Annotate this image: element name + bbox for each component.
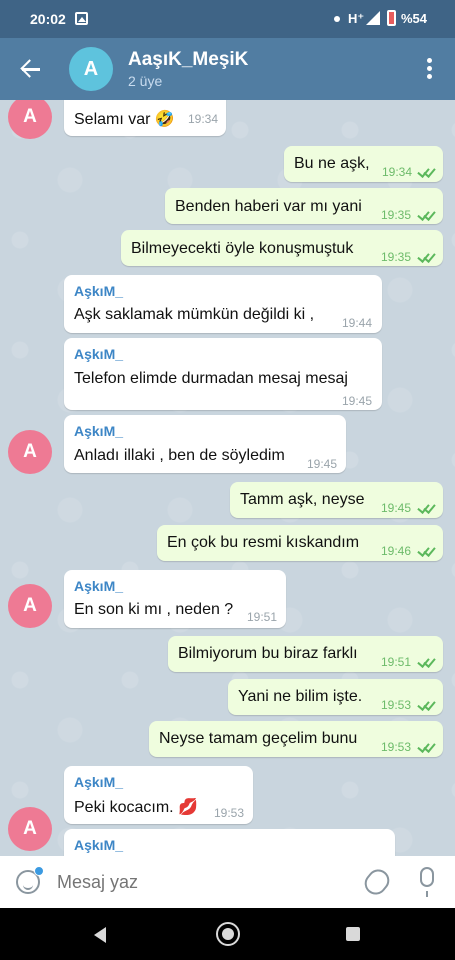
message-text: Aşk saklamak mümkün değildi ki , bbox=[74, 306, 315, 323]
sender-name: AşkıM_ bbox=[74, 837, 124, 853]
system-navigation-bar bbox=[0, 908, 455, 960]
sender-name: AşkıM_ bbox=[74, 283, 124, 299]
message-text: Bu ne aşk, bbox=[294, 155, 370, 172]
nav-back-icon[interactable] bbox=[94, 927, 106, 943]
emoji-icon[interactable] bbox=[16, 866, 44, 894]
microphone-icon[interactable] bbox=[420, 867, 434, 897]
outgoing-message[interactable]: En çok bu resmi kıskandım 19:46 bbox=[157, 525, 443, 561]
message-time: 19:45 bbox=[381, 501, 412, 515]
message-text: Peki kocacım. 💋 bbox=[74, 799, 198, 816]
message-list[interactable]: Selamı var 🤣 19:34 A Bu ne aşk, 19:34 Be… bbox=[0, 100, 455, 856]
outgoing-message[interactable]: Yani ne bilim işte. 19:53 bbox=[228, 679, 443, 715]
message-time: 19:34 bbox=[382, 165, 413, 179]
group-avatar[interactable]: A bbox=[69, 47, 113, 91]
member-count: 2 üye bbox=[128, 73, 163, 89]
chat-header: A AaşıK_MeşiK 2 üye bbox=[0, 38, 455, 100]
message-time: 19:45 bbox=[342, 394, 373, 408]
message-text: Neyse tamam geçelim bunu bbox=[159, 730, 358, 747]
message-time: 19:45 bbox=[307, 457, 338, 471]
network-type: H⁺ bbox=[348, 11, 365, 26]
read-checkmarks-icon bbox=[418, 209, 436, 219]
outgoing-message[interactable]: Benden haberi var mı yani 19:35 bbox=[165, 188, 443, 224]
signal-icon bbox=[366, 11, 380, 25]
read-checkmarks-icon bbox=[418, 166, 436, 176]
message-time: 19:53 bbox=[214, 806, 245, 820]
outgoing-message[interactable]: Bilmiyorum bu biraz farklı 19:51 bbox=[168, 636, 443, 672]
battery-percent: %54 bbox=[401, 11, 428, 26]
sender-avatar[interactable]: A bbox=[8, 100, 52, 139]
read-checkmarks-icon bbox=[418, 251, 436, 261]
nav-home-icon[interactable] bbox=[216, 922, 240, 946]
back-arrow-icon[interactable] bbox=[14, 52, 48, 86]
outgoing-message[interactable]: Tamm aşk, neyse 19:45 bbox=[230, 482, 443, 518]
message-input[interactable] bbox=[57, 872, 347, 893]
sender-avatar[interactable]: A bbox=[8, 807, 52, 851]
message-text: Tamm aşk, neyse bbox=[240, 491, 365, 508]
outgoing-message[interactable]: Neyse tamam geçelim bunu 19:53 bbox=[149, 721, 443, 757]
message-time: 19:34 bbox=[188, 112, 219, 126]
outgoing-message[interactable]: Bu ne aşk, 19:34 bbox=[284, 146, 443, 182]
attach-icon[interactable] bbox=[360, 864, 394, 900]
message-text: Selamı var 🤣 bbox=[74, 111, 175, 128]
message-text: Telefon elimde durmadan mesaj mesaj bbox=[74, 370, 348, 387]
message-time: 19:51 bbox=[247, 610, 278, 624]
incoming-message[interactable]: AşkıM_ Peki kocacım. 💋 19:53 bbox=[64, 766, 253, 824]
sender-name: AşkıM_ bbox=[74, 774, 124, 790]
incoming-message[interactable]: AşkıM_ Aşk saklamak mümkün değildi ki , … bbox=[64, 275, 382, 333]
message-time: 19:35 bbox=[381, 250, 412, 264]
more-menu-icon[interactable] bbox=[418, 56, 442, 82]
message-time: 19:44 bbox=[342, 316, 373, 330]
message-text: Benden haberi var mı yani bbox=[175, 198, 362, 215]
status-bar: 20:02 H⁺ %54 bbox=[0, 0, 455, 38]
message-time: 19:46 bbox=[381, 544, 412, 558]
chat-title[interactable]: AaşıK_MeşiK bbox=[128, 49, 248, 71]
status-time: 20:02 bbox=[30, 11, 66, 27]
read-checkmarks-icon bbox=[418, 656, 436, 666]
nav-recents-icon[interactable] bbox=[346, 927, 360, 941]
read-checkmarks-icon bbox=[418, 741, 436, 751]
sender-name: AşkıM_ bbox=[74, 346, 124, 362]
message-text: Bilmeyecekti öyle konuşmuştuk bbox=[131, 240, 354, 257]
message-text: En son ki mı , neden ? bbox=[74, 601, 234, 618]
sender-avatar[interactable]: A bbox=[8, 430, 52, 474]
read-checkmarks-icon bbox=[418, 502, 436, 512]
sender-name: AşkıM_ bbox=[74, 578, 124, 594]
battery-icon bbox=[387, 10, 396, 26]
read-checkmarks-icon bbox=[418, 545, 436, 555]
outgoing-message[interactable]: Bilmeyecekti öyle konuşmuştuk 19:35 bbox=[121, 230, 443, 266]
sender-name: AşkıM_ bbox=[74, 423, 124, 439]
message-time: 19:53 bbox=[381, 740, 412, 754]
image-notification-icon bbox=[75, 12, 88, 25]
message-composer bbox=[0, 856, 455, 908]
message-time: 19:51 bbox=[381, 655, 412, 669]
notification-badge bbox=[34, 866, 44, 876]
message-text: En çok bu resmi kıskandım bbox=[167, 534, 360, 551]
message-text: Anladı illaki , ben de söyledim bbox=[74, 447, 285, 464]
notification-dot-icon bbox=[334, 16, 340, 22]
incoming-message[interactable]: AşkıM_ Anladı illaki , ben de söyledim 1… bbox=[64, 415, 346, 473]
message-time: 19:35 bbox=[381, 208, 412, 222]
message-text: Bilmiyorum bu biraz farklı bbox=[178, 645, 358, 662]
incoming-message[interactable]: AşkıM_ Telefon elimde durmadan mesaj mes… bbox=[64, 338, 382, 410]
incoming-message[interactable]: AşkıM_ bbox=[64, 829, 395, 856]
message-text: Yani ne bilim işte. bbox=[238, 688, 363, 705]
message-time: 19:53 bbox=[381, 698, 412, 712]
incoming-message[interactable]: Selamı var 🤣 19:34 bbox=[64, 100, 226, 136]
sender-avatar[interactable]: A bbox=[8, 584, 52, 628]
read-checkmarks-icon bbox=[418, 699, 436, 709]
incoming-message[interactable]: AşkıM_ En son ki mı , neden ? 19:51 bbox=[64, 570, 286, 628]
